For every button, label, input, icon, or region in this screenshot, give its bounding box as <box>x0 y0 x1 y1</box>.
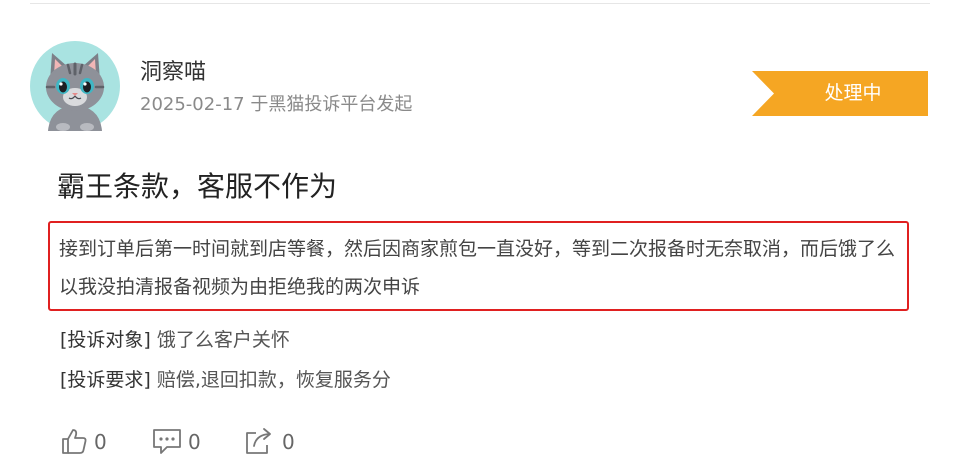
author-name[interactable]: 洞察喵 <box>140 59 206 87</box>
avatar[interactable] <box>30 41 120 131</box>
status-badge: 处理中 <box>752 71 928 116</box>
complaint-target-row: [投诉对象] 饿了么客户关怀 <box>60 327 290 353</box>
thumbs-up-icon <box>62 429 87 454</box>
comment-count: 0 <box>188 430 201 454</box>
complaint-target-value: 饿了么客户关怀 <box>156 329 290 351</box>
comment-button[interactable]: 0 <box>152 427 212 457</box>
post-meta: 2025-02-17 于黑猫投诉平台发起 <box>140 94 413 115</box>
share-button[interactable]: 0 <box>244 427 304 457</box>
complaint-title[interactable]: 霸王条款，客服不作为 <box>57 168 337 206</box>
complaint-demand-value: 赔偿,退回扣款，恢复服务分 <box>156 369 391 391</box>
like-button[interactable]: 0 <box>60 427 120 457</box>
complaint-demand-label: [投诉要求] <box>60 369 151 391</box>
complaint-content-highlight: 接到订单后第一时间就到店等餐，然后因商家煎包一直没好，等到二次报备时无奈取消，而… <box>48 221 909 311</box>
share-count: 0 <box>282 430 295 454</box>
share-icon <box>246 428 271 454</box>
top-divider <box>30 3 930 4</box>
complaint-demand-row: [投诉要求] 赔偿,退回扣款，恢复服务分 <box>60 367 391 393</box>
complaint-target-label: [投诉对象] <box>60 329 151 351</box>
comment-icon <box>153 429 181 454</box>
like-count: 0 <box>94 430 107 454</box>
complaint-content: 接到订单后第一时间就到店等餐，然后因商家煎包一直没好，等到二次报备时无奈取消，而… <box>59 238 896 298</box>
status-label: 处理中 <box>824 82 882 104</box>
complaint-card: 洞察喵 2025-02-17 于黑猫投诉平台发起 处理中 霸王条款，客服不作为 … <box>0 0 965 468</box>
